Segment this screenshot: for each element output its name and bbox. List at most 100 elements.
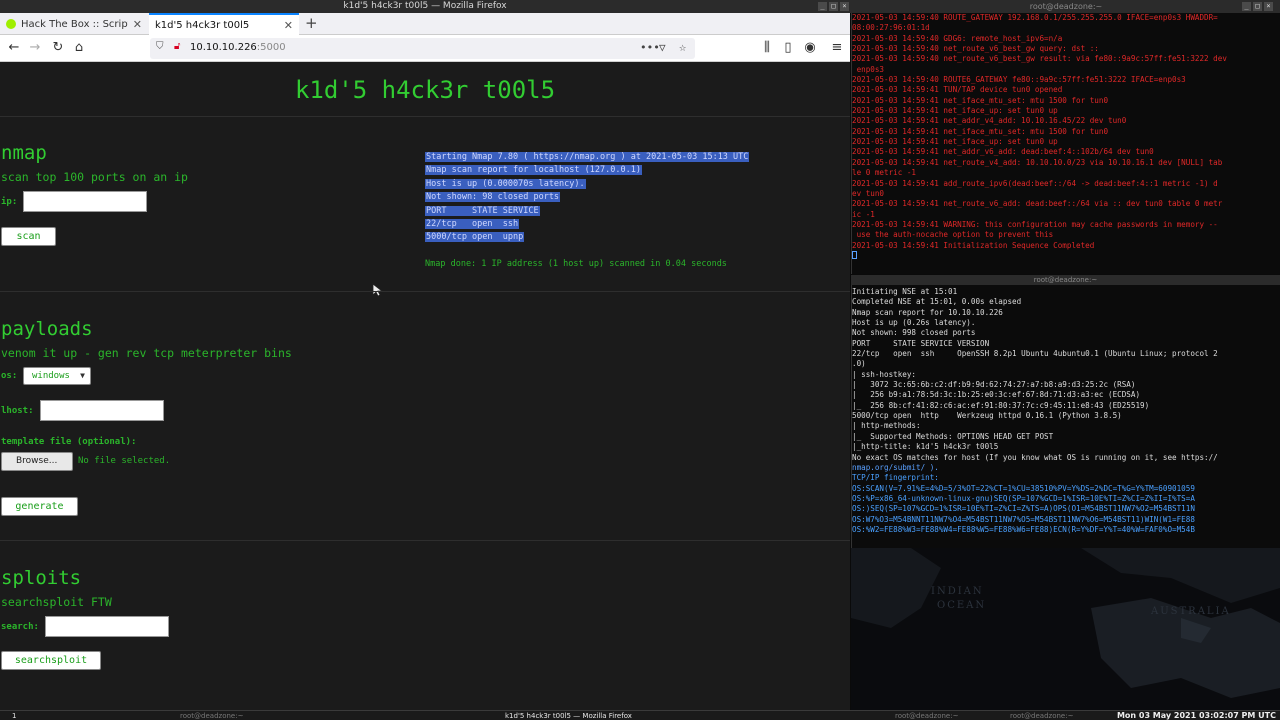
- forward-icon[interactable]: →: [27, 40, 43, 56]
- terminal-line: | 256 b9:a1:78:5d:3c:1b:25:e0:3c:ef:67:8…: [852, 390, 1141, 400]
- terminal-line: | ssh-hostkey:: [852, 369, 917, 379]
- terminal-line: 2021-05-03 14:59:41 TUN/TAP device tun0 …: [852, 85, 1063, 95]
- shield-icon[interactable]: ⛉: [156, 41, 164, 52]
- url-host: 10.10.10.226: [190, 42, 257, 53]
- terminal-line: |_ Supported Methods: OPTIONS HEAD GET P…: [852, 431, 1054, 441]
- close-icon[interactable]: ×: [840, 2, 849, 11]
- terminal-line: No exact OS matches for host (If you kno…: [852, 452, 1218, 462]
- divider: [0, 291, 850, 292]
- minimize-icon[interactable]: _: [1242, 2, 1251, 11]
- nmap-output-text: Host is up (0.000070s latency).: [425, 178, 586, 189]
- library-icon[interactable]: ⫼: [759, 40, 775, 56]
- window-titlebar: k1d'5 h4ck3r t00l5 — Mozilla Firefox _ □…: [0, 0, 1280, 13]
- terminal-line: |_ 256 8b:cf:41:82:c6:ac:ef:91:80:37:7c:…: [852, 400, 1150, 410]
- terminal-line: OS:%P=x86_64-unknown-linux-gnu)SEQ(SP=10…: [852, 493, 1195, 503]
- generate-button[interactable]: generate: [1, 497, 78, 516]
- pocket-icon[interactable]: ▽: [659, 41, 666, 54]
- terminal-line: | http-methods:: [852, 421, 921, 431]
- no-file-selected-text: No file selected.: [78, 456, 171, 466]
- insecure-lock-icon[interactable]: 🔓︎: [174, 41, 180, 52]
- terminal-line: 2021-05-03 14:59:41 net_addr_v6_add: dea…: [852, 147, 1154, 157]
- taskbar-item[interactable]: root@deadzone:~: [1010, 711, 1073, 720]
- terminal-line: Initiating NSE at 15:01: [852, 287, 958, 296]
- terminal-line: .0): [852, 359, 866, 369]
- clock: Mon 03 May 2021 03:02:07 PM UTC: [1116, 711, 1276, 720]
- divider: [0, 116, 850, 117]
- terminal-output: Initiating NSE at 15:01 Completed NSE at …: [852, 287, 1280, 535]
- taskbar-item-firefox[interactable]: k1d'5 h4ck3r t00l5 — Mozilla Firefox: [505, 711, 632, 720]
- nmap-output-text: 22/tcp open ssh: [425, 218, 520, 229]
- browse-button[interactable]: Browse...: [1, 452, 73, 471]
- terminal-line: le 0 metric -1: [852, 168, 917, 178]
- maximize-icon[interactable]: □: [829, 2, 838, 11]
- terminal-line: OS:SCAN(V=7.91%E=4%D=5/3%OT=22%CT=1%CU=3…: [852, 483, 1195, 493]
- nmap-output-text: PORT STATE SERVICE: [425, 205, 540, 216]
- url-bar[interactable]: ⛉ 🔓︎ 10.10.10.226:5000 ••• ▽ ☆: [150, 38, 695, 59]
- page-actions-icon[interactable]: •••: [640, 41, 660, 54]
- terminal-line: | 3072 3c:65:6b:c2:df:b9:9d:62:74:27:a7:…: [852, 380, 1136, 390]
- tab-hacker-tools[interactable]: k1d'5 h4ck3r t00l5 ✕: [149, 13, 299, 35]
- terminal-line: 2021-05-03 14:59:41 WARNING: this config…: [852, 219, 1218, 229]
- terminal-line: 08:00:27:96:01:1d: [852, 23, 930, 33]
- terminal-line: 22/tcp open ssh OpenSSH 8.2p1 Ubuntu 4ub…: [852, 349, 1218, 359]
- map-label: INDIAN: [931, 586, 984, 597]
- hamburger-menu-icon[interactable]: ≡: [829, 40, 845, 56]
- search-input[interactable]: [45, 616, 169, 637]
- sidebar-icon[interactable]: ▯: [780, 40, 796, 56]
- bookmark-star-icon[interactable]: ☆: [679, 40, 686, 54]
- terminal-line: ev tun0: [852, 188, 885, 198]
- tab-close-icon[interactable]: ✕: [133, 18, 142, 31]
- os-select[interactable]: windows ▼: [23, 367, 91, 385]
- nmap-done-line: Nmap done: 1 IP address (1 host up) scan…: [425, 259, 727, 269]
- terminal-line: OS:)SEQ(SP=107%GCD=1%ISR=10E%TI=Z%CI=Z%T…: [852, 504, 1195, 514]
- terminal-line: OS:%W2=FE88%W3=FE88%W4=FE88%W5=FE88%W6=F…: [852, 524, 1195, 534]
- template-file-label: template file (optional):: [1, 437, 137, 447]
- terminal-line: Nmap scan report for 10.10.10.226: [852, 307, 1003, 317]
- nmap-output-line: Not shown: 98 closed ports: [425, 191, 749, 204]
- terminal-line: 5000/tcp open http Werkzeug httpd 0.16.1…: [852, 411, 1122, 421]
- ip-label: ip:: [1, 197, 18, 207]
- scan-button[interactable]: scan: [1, 227, 56, 246]
- tab-label: Hack The Box :: ScriptKid: [21, 18, 128, 30]
- terminal-line: 2021-05-03 14:59:40 net_route_v6_best_gw…: [852, 54, 1227, 64]
- chevron-down-icon: ▼: [80, 371, 85, 380]
- text-cursor: [852, 250, 857, 259]
- reload-icon[interactable]: ↻: [50, 40, 66, 56]
- tab-hackthebox[interactable]: Hack The Box :: ScriptKid ✕: [0, 13, 148, 35]
- terminal-line: 2021-05-03 14:59:41 net_addr_v4_add: 10.…: [852, 116, 1127, 126]
- payloads-subtitle: venom it up - gen rev tcp meterpreter bi…: [1, 346, 292, 360]
- tab-label: k1d'5 h4ck3r t00l5: [155, 19, 250, 31]
- home-icon[interactable]: ⌂: [71, 40, 87, 56]
- firefox-window-title: k1d'5 h4ck3r t00l5 — Mozilla Firefox: [343, 1, 507, 11]
- tab-close-icon[interactable]: ✕: [284, 19, 293, 32]
- map-label: AUSTRALIA: [1151, 606, 1231, 617]
- close-icon[interactable]: ×: [1264, 2, 1273, 11]
- nmap-output: Starting Nmap 7.80 ( https://nmap.org ) …: [425, 151, 750, 245]
- nmap-output-line: 22/tcp open ssh: [425, 218, 749, 231]
- url-text[interactable]: 10.10.10.226:5000: [190, 42, 286, 53]
- lhost-input[interactable]: [40, 400, 164, 421]
- terminal-line: nmap.org/submit/ ).: [852, 462, 939, 472]
- taskbar: 1 root@deadzone:~ k1d'5 h4ck3r t00l5 — M…: [0, 710, 1280, 720]
- searchsploit-button[interactable]: searchsploit: [1, 651, 101, 670]
- nmap-heading: nmap: [1, 142, 47, 164]
- terminal-line: Completed NSE at 15:01, 0.00s elapsed: [852, 297, 1022, 307]
- new-tab-icon[interactable]: +: [305, 16, 318, 31]
- terminal-nmap[interactable]: Initiating NSE at 15:01 Completed NSE at …: [851, 275, 1280, 548]
- minimize-icon[interactable]: _: [818, 2, 827, 11]
- taskbar-item[interactable]: root@deadzone:~: [895, 711, 958, 720]
- terminal-line: Host is up (0.26s latency).: [852, 318, 976, 328]
- terminal-prompt: [852, 250, 1280, 261]
- terminal-line: 2021-05-03 14:59:41 add_route_ipv6(dead:…: [852, 178, 1218, 188]
- ip-input[interactable]: [23, 191, 147, 212]
- terminal-line: 2021-05-03 14:59:41 Initialization Seque…: [852, 240, 1095, 250]
- maximize-icon[interactable]: □: [1253, 2, 1262, 11]
- workspace-indicator[interactable]: 1: [12, 711, 16, 720]
- map-graphic: [851, 548, 1280, 698]
- back-icon[interactable]: ←: [6, 40, 22, 56]
- sploits-subtitle: searchsploit FTW: [1, 595, 112, 609]
- account-icon[interactable]: ◉: [802, 40, 818, 56]
- taskbar-item[interactable]: root@deadzone:~: [180, 711, 243, 720]
- lhost-label: lhost:: [1, 406, 34, 416]
- terminal-openvpn[interactable]: 2021-05-03 14:59:40 ROUTE_GATEWAY 192.16…: [851, 13, 1280, 274]
